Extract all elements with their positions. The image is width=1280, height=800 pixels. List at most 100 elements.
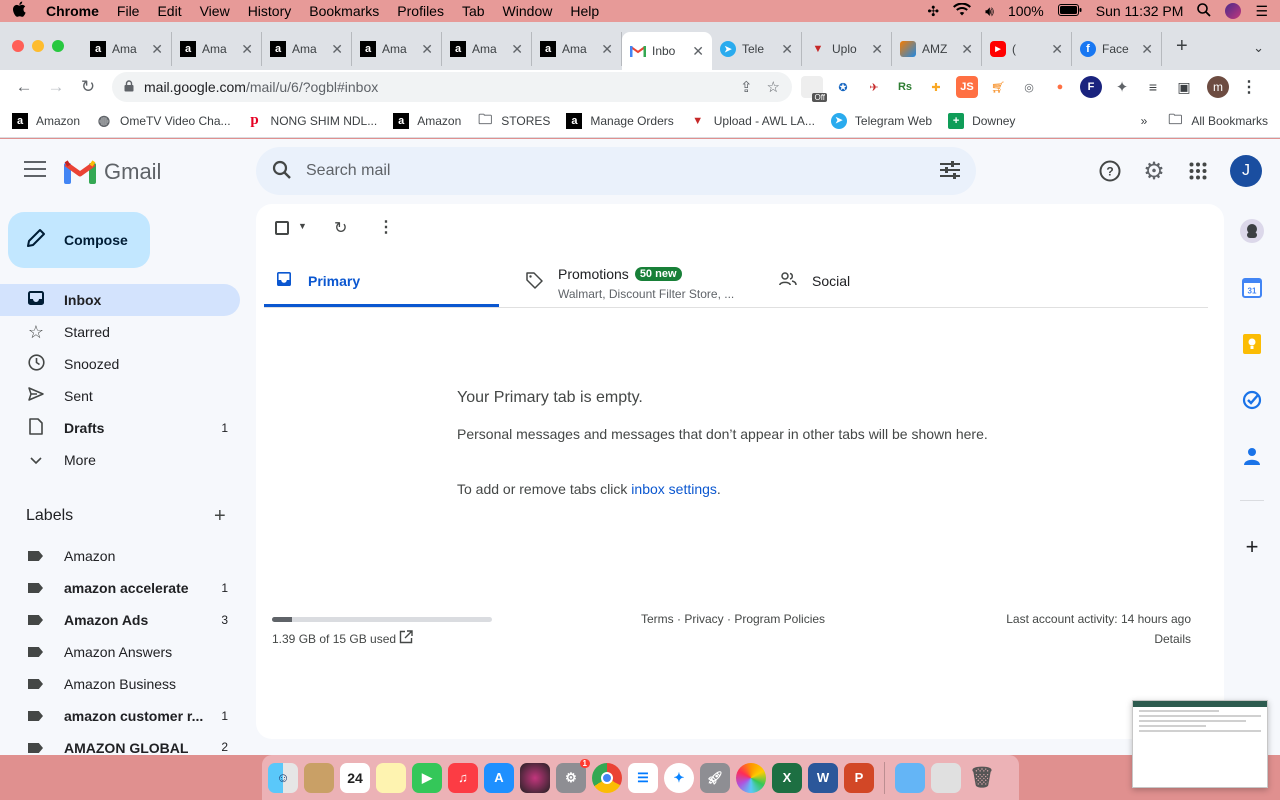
label-item[interactable]: Amazon Ads 3	[0, 604, 240, 636]
control-center-icon[interactable]: ☰	[1255, 3, 1268, 20]
excel-icon[interactable]: X	[772, 762, 802, 793]
search-options-icon[interactable]	[940, 160, 960, 182]
main-menu-icon[interactable]	[24, 161, 46, 182]
nav-item-drafts[interactable]: Drafts 1	[0, 412, 240, 444]
search-bar[interactable]	[256, 147, 976, 195]
account-avatar[interactable]: J	[1230, 155, 1262, 187]
browser-tab[interactable]: a Ama ✕	[532, 32, 622, 66]
settings-gear-icon[interactable]: ⚙	[1142, 158, 1166, 185]
menu-edit[interactable]: Edit	[157, 3, 181, 19]
activity-details-link[interactable]: Details	[1154, 632, 1191, 646]
volume-icon[interactable]: 🔊︎	[985, 3, 994, 20]
siri-dock-icon[interactable]	[520, 762, 550, 793]
nav-item-more[interactable]: More	[0, 444, 240, 476]
browser-tab[interactable]: a Ama ✕	[262, 32, 352, 66]
side-panel-icon[interactable]: ▣	[1173, 76, 1195, 98]
close-tab-icon[interactable]: ✕	[331, 41, 343, 58]
screenshot-thumbnail[interactable]	[1132, 700, 1268, 788]
side-app-avatar-icon[interactable]	[1240, 219, 1264, 243]
extension-icon[interactable]: ●	[1049, 76, 1071, 98]
gmail-logo[interactable]: Gmail	[64, 159, 161, 185]
url-text[interactable]: mail.google.com/mail/u/6/?ogbl#inbox	[144, 79, 726, 95]
wifi-icon[interactable]	[953, 2, 972, 19]
extension-icon[interactable]: ✚	[925, 76, 947, 98]
contacts-icon[interactable]	[1240, 444, 1264, 468]
keep-icon[interactable]	[1240, 332, 1264, 356]
tab-search-icon[interactable]: ⌄	[1253, 40, 1264, 56]
compose-button[interactable]: Compose	[8, 212, 150, 268]
bookmark-folder[interactable]: 🗀︎ STORES	[477, 111, 550, 129]
close-tab-icon[interactable]: ✕	[871, 41, 883, 58]
downloads-folder-icon[interactable]	[895, 762, 925, 793]
bluetooth-icon[interactable]: ✣	[927, 3, 939, 20]
more-bookmarks-chevron-icon[interactable]: »	[1141, 114, 1148, 128]
menubar-clock[interactable]: Sun 11:32 PM	[1096, 3, 1184, 19]
back-button[interactable]: ←	[10, 73, 38, 101]
spotlight-search-icon[interactable]	[1197, 2, 1212, 20]
launchpad-icon[interactable]: 🚀︎	[700, 762, 730, 793]
chrome-icon[interactable]	[592, 762, 622, 793]
label-item[interactable]: Amazon Answers	[0, 636, 240, 668]
close-tab-icon[interactable]: ✕	[1141, 41, 1153, 58]
bookmark-item[interactable]: ➤ Telegram Web	[830, 112, 932, 129]
extension-icon[interactable]: F	[1080, 76, 1102, 98]
more-options-icon[interactable]: ⋮	[378, 217, 394, 237]
bookmark-item[interactable]: p NONG SHIM NDL...	[247, 112, 377, 129]
select-all-checkbox[interactable]	[275, 221, 289, 235]
browser-tab[interactable]: f Face ✕	[1072, 32, 1162, 66]
address-bar[interactable]: mail.google.com/mail/u/6/?ogbl#inbox ⇪ ☆	[112, 72, 792, 102]
notefile-icon[interactable]	[304, 762, 334, 793]
inbox-settings-link[interactable]: inbox settings	[631, 481, 717, 497]
close-tab-icon[interactable]: ✕	[781, 41, 793, 58]
close-window-button[interactable]	[12, 40, 24, 52]
search-icon[interactable]	[272, 160, 292, 183]
tab-promotions[interactable]: Promotions 50 new Walmart, Discount Filt…	[524, 260, 754, 307]
label-item[interactable]: amazon accelerate 1	[0, 572, 240, 604]
extension-icon[interactable]: ◎	[1018, 76, 1040, 98]
music-icon[interactable]: ♫	[448, 762, 478, 793]
bookmark-item[interactable]: a Manage Orders	[566, 112, 674, 129]
reminders-icon[interactable]: ☰	[628, 762, 658, 793]
help-icon[interactable]: ?	[1098, 159, 1122, 183]
powerpoint-icon[interactable]: P	[844, 762, 874, 793]
extension-icon[interactable]: JS	[956, 76, 978, 98]
nav-item-snoozed[interactable]: Snoozed	[0, 348, 240, 380]
refresh-icon[interactable]: ↻	[334, 218, 347, 238]
label-item[interactable]: Amazon	[0, 540, 240, 572]
extension-icon[interactable]: Rs	[894, 76, 916, 98]
search-input[interactable]	[306, 162, 940, 180]
close-tab-icon[interactable]: ✕	[151, 41, 163, 58]
zoom-window-button[interactable]	[52, 40, 64, 52]
trash-icon[interactable]: 🗑︎	[967, 763, 997, 793]
open-storage-external-icon[interactable]	[399, 630, 413, 647]
create-label-plus-icon[interactable]: +	[214, 505, 226, 528]
puzzle-extensions-icon[interactable]: ✦	[1111, 76, 1133, 98]
tab-primary[interactable]: Primary	[264, 260, 499, 307]
nav-item-inbox[interactable]: Inbox	[0, 284, 240, 316]
calendar-icon[interactable]: 31	[1240, 276, 1264, 300]
get-addons-plus-icon[interactable]: +	[1240, 534, 1264, 560]
browser-tab-active[interactable]: Inbo ✕	[622, 32, 712, 70]
photos-icon[interactable]	[736, 762, 766, 793]
reading-list-icon[interactable]: ≡	[1142, 76, 1164, 98]
bookmark-star-icon[interactable]: ☆	[767, 78, 780, 96]
nav-item-sent[interactable]: Sent	[0, 380, 240, 412]
tasks-icon[interactable]	[1240, 388, 1264, 412]
nav-item-starred[interactable]: ☆ Starred	[0, 316, 240, 348]
menu-bookmarks[interactable]: Bookmarks	[309, 3, 379, 19]
label-item[interactable]: Amazon Business	[0, 668, 240, 700]
apple-icon[interactable]	[12, 1, 26, 22]
browser-tab[interactable]: a Ama ✕	[352, 32, 442, 66]
calendar-app-icon[interactable]: 24	[340, 762, 370, 793]
close-tab-icon[interactable]: ✕	[1051, 41, 1063, 58]
menu-window[interactable]: Window	[503, 3, 553, 19]
bookmark-item[interactable]: ◍ OmeTV Video Cha...	[96, 112, 231, 129]
browser-tab[interactable]: a Ama ✕	[172, 32, 262, 66]
finder-icon[interactable]: ☺	[268, 762, 298, 793]
close-tab-icon[interactable]: ✕	[511, 41, 523, 58]
label-item[interactable]: AMAZON GLOBAL 2	[0, 732, 240, 755]
google-apps-icon[interactable]	[1186, 159, 1210, 183]
browser-tab[interactable]: ➤ Tele ✕	[712, 32, 802, 66]
footer-policy-links[interactable]: Terms · Privacy · Program Policies	[641, 612, 825, 626]
extension-icon[interactable]: 🛒︎	[987, 76, 1009, 98]
